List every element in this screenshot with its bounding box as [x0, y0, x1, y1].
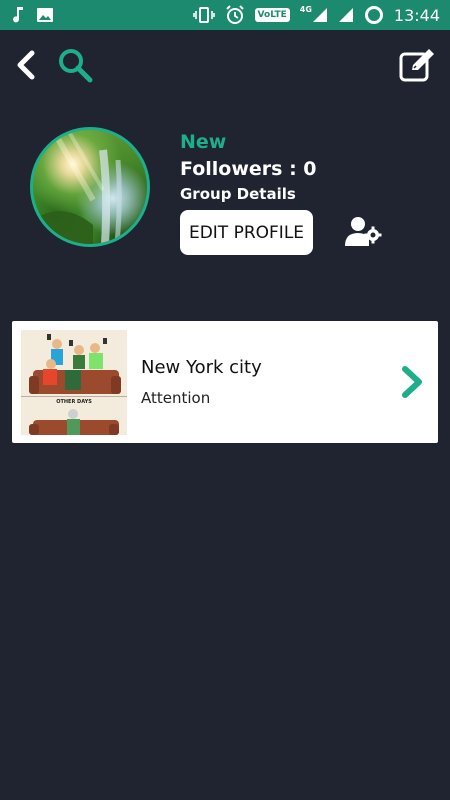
signal-icon: 4G [299, 4, 328, 23]
back-arrow-icon [17, 50, 35, 80]
status-bar-right: VoLTE 4G 13:44 [192, 4, 440, 25]
followers-count[interactable]: Followers : 0 [180, 156, 317, 182]
back-button[interactable] [12, 50, 40, 80]
edit-button[interactable] [398, 46, 438, 84]
profile-info: New Followers : 0 Group Details [180, 130, 317, 204]
status-time: 13:44 [393, 5, 440, 25]
user-settings-icon [345, 217, 382, 246]
search-button[interactable] [56, 46, 96, 86]
edit-icon [399, 49, 434, 82]
list-item-subtitle: Attention [141, 389, 211, 407]
image-icon [36, 7, 54, 23]
network-type-label: 4G [299, 4, 312, 14]
search-icon [59, 49, 93, 83]
data-saver-icon [364, 5, 384, 25]
user-settings-button[interactable] [344, 214, 382, 250]
music-note-icon [10, 6, 26, 24]
vibrate-icon [192, 6, 215, 24]
alarm-icon [225, 5, 245, 25]
thumbnail-caption: OTHER DAYS [56, 399, 92, 405]
list-item-thumbnail: OTHER DAYS [21, 330, 127, 435]
group-details-link[interactable]: Group Details [180, 184, 317, 204]
list-item[interactable]: OTHER DAYS New York city Attention [12, 321, 438, 443]
status-bar-left [10, 6, 54, 24]
edit-profile-button[interactable]: EDIT PROFILE [180, 210, 313, 255]
list-item-title: New York city [141, 357, 262, 378]
chevron-right-icon[interactable] [400, 365, 426, 399]
forest-waterfall-image [33, 130, 122, 244]
cartoon-image [21, 330, 127, 435]
signal-icon [338, 7, 354, 23]
status-bar: VoLTE 4G 13:44 [0, 0, 450, 30]
volte-icon: VoLTE [254, 8, 290, 22]
top-toolbar [0, 40, 450, 90]
avatar[interactable] [30, 127, 150, 247]
profile-name: New [180, 131, 227, 153]
